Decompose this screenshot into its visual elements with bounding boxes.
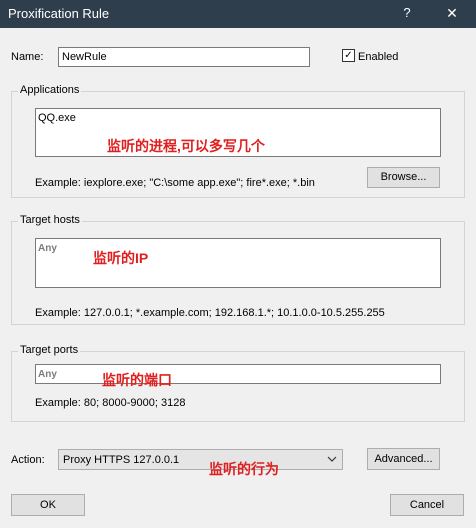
- applications-value: QQ.exe: [38, 112, 76, 124]
- name-input[interactable]: NewRule: [58, 47, 310, 67]
- applications-example: Example: iexplore.exe; "C:\some app.exe"…: [35, 177, 315, 189]
- action-select[interactable]: Proxy HTTPS 127.0.0.1: [58, 449, 343, 470]
- enabled-checkbox[interactable]: ✓: [342, 49, 355, 62]
- applications-annotation: 监听的进程,可以多写几个: [107, 138, 265, 154]
- close-icon[interactable]: ✕: [435, 1, 469, 25]
- advanced-button[interactable]: Advanced...: [367, 448, 440, 470]
- target-ports-title: Target ports: [18, 344, 81, 356]
- applications-title: Applications: [18, 84, 82, 96]
- target-ports-annotation: 监听的端口: [102, 372, 172, 388]
- target-ports-group: [11, 351, 465, 422]
- cancel-button[interactable]: Cancel: [390, 494, 464, 516]
- target-hosts-annotation: 监听的IP: [93, 250, 149, 266]
- check-icon: ✓: [344, 50, 353, 61]
- name-value: NewRule: [62, 51, 107, 63]
- action-annotation: 监听的行为: [209, 461, 279, 477]
- browse-button[interactable]: Browse...: [367, 167, 440, 188]
- ok-button[interactable]: OK: [11, 494, 85, 516]
- target-hosts-example: Example: 127.0.0.1; *.example.com; 192.1…: [35, 307, 385, 319]
- action-label: Action:: [11, 454, 45, 466]
- window-title: Proxification Rule: [8, 6, 110, 21]
- action-selected: Proxy HTTPS 127.0.0.1: [63, 454, 180, 466]
- target-ports-input[interactable]: Any: [35, 364, 441, 384]
- target-ports-example: Example: 80; 8000-9000; 3128: [35, 397, 186, 409]
- name-label: Name:: [11, 51, 44, 63]
- enabled-label: Enabled: [358, 51, 399, 63]
- chevron-down-icon: [327, 454, 337, 466]
- target-hosts-title: Target hosts: [18, 214, 82, 226]
- target-hosts-value: Any: [38, 243, 57, 254]
- target-ports-value: Any: [38, 369, 57, 380]
- title-bar: Proxification Rule ? ✕: [0, 0, 476, 28]
- help-icon[interactable]: ?: [396, 1, 418, 25]
